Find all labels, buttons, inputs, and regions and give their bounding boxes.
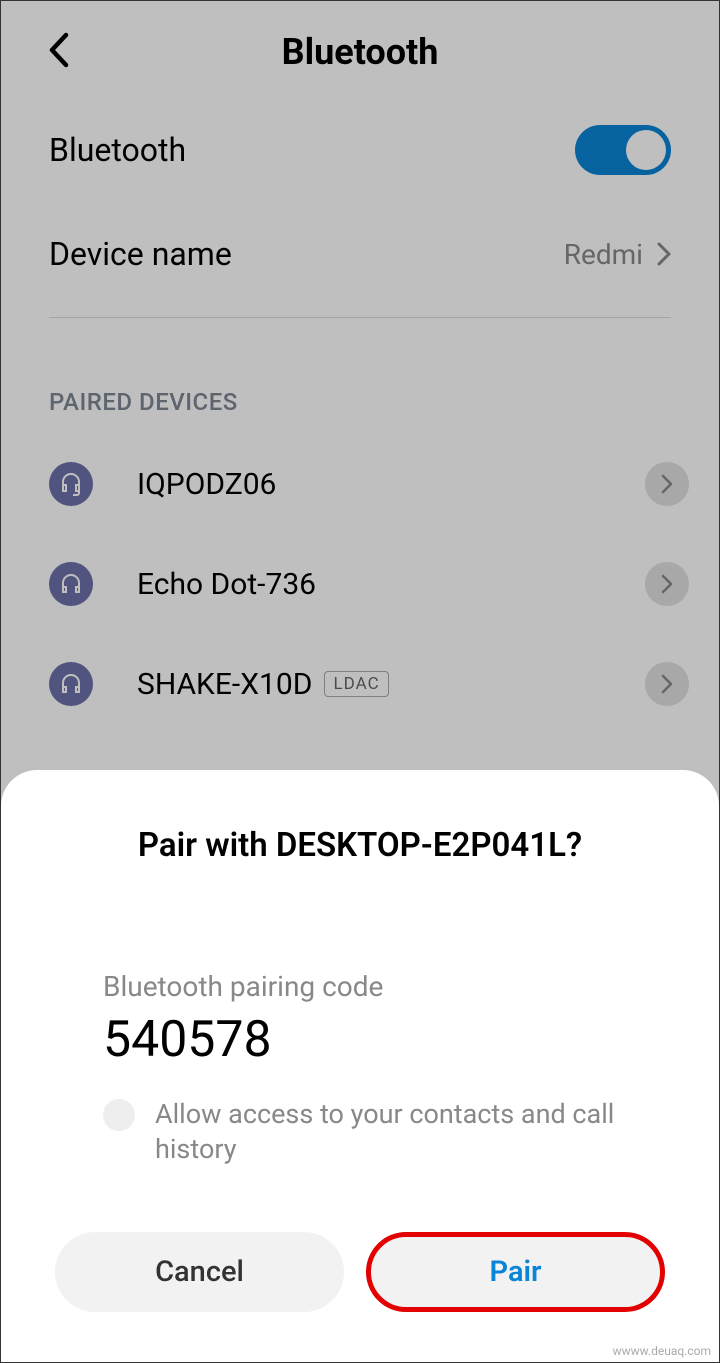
pairing-code-value: 540578 [49,1011,671,1069]
pairing-code-label: Bluetooth pairing code [49,970,671,1003]
modal-title: Pair with DESKTOP-E2P041L? [49,826,671,865]
watermark: wwww.deuaq.com [613,1344,711,1358]
allow-contacts-checkbox[interactable] [103,1099,135,1131]
cancel-button[interactable]: Cancel [55,1232,344,1312]
pair-button[interactable]: Pair [366,1232,665,1312]
modal-buttons: Cancel Pair [49,1232,671,1312]
allow-contacts-row[interactable]: Allow access to your contacts and call h… [49,1097,671,1167]
allow-contacts-label: Allow access to your contacts and call h… [155,1097,671,1167]
pairing-modal: Pair with DESKTOP-E2P041L? Bluetooth pai… [1,770,719,1362]
